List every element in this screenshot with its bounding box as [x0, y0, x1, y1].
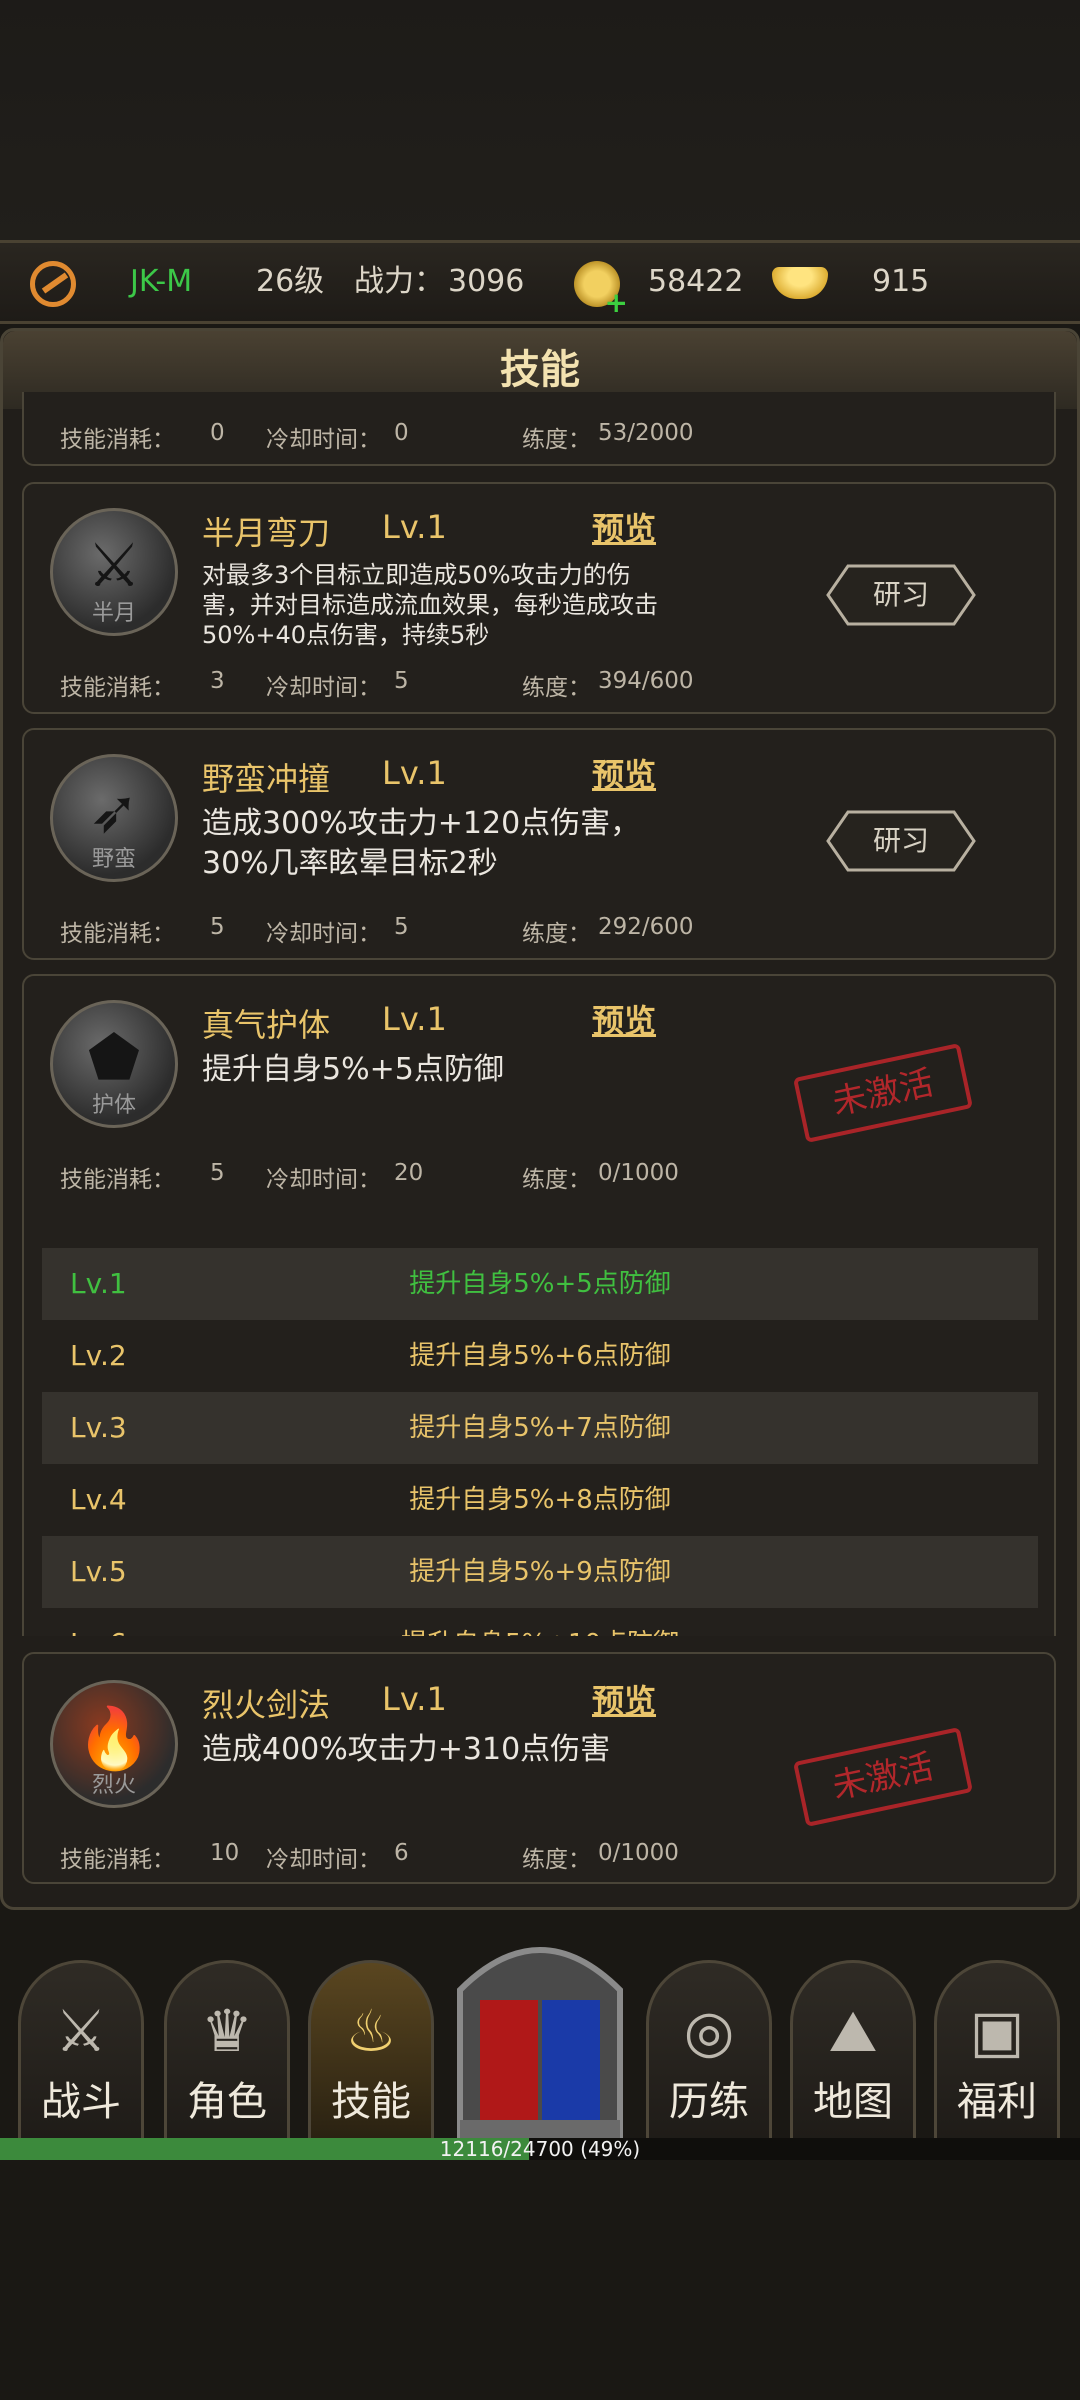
skill-level: Lv.1 — [382, 1680, 447, 1718]
player-level: 26级 — [256, 264, 325, 299]
skill-name: 真气护体 — [202, 1006, 331, 1044]
nav-tab-map[interactable]: ⛰ 地图 — [790, 1960, 916, 2138]
level-row: Lv.5 提升自身5%+9点防御 — [42, 1536, 1038, 1608]
study-button[interactable]: 研习 — [826, 810, 976, 872]
xp-text: 12116/24700 (49%) — [439, 2137, 641, 2161]
skill-level: Lv.1 — [382, 1000, 447, 1038]
nav-tab-skills[interactable]: ♨ 技能 — [308, 1960, 434, 2138]
level-row: Lv.1 提升自身5%+5点防御 — [42, 1248, 1038, 1320]
nav-tab-battle[interactable]: ⚔ 战斗 — [18, 1960, 144, 2138]
map-icon: ⛰ — [828, 1997, 878, 2065]
crossed-swords-icon: ⚔ — [55, 1997, 107, 2065]
inactive-stamp: 未激活 — [792, 1043, 974, 1143]
nav-tab-training[interactable]: ◎ 历练 — [646, 1960, 772, 2138]
skill-name: 半月弯刀 — [202, 514, 331, 552]
skill-list[interactable]: ⚔ 半月 半月弯刀 Lv.1 预览 对最多3个目标立即造成50%攻击力的伤 害，并… — [0, 410, 1080, 1636]
resource-bar: JK-M 26级 战力： 3096 58422 915 — [0, 240, 1080, 324]
coin-icon[interactable] — [574, 261, 628, 317]
skill-card-liehuo[interactable]: 🔥 烈火 烈火剑法 Lv.1 预览 造成400%攻击力+310点伤害 未激活 技能… — [22, 1652, 1056, 1884]
skill-description: 造成400%攻击力+310点伤害 — [202, 1732, 611, 1767]
bottom-backdrop — [0, 2160, 1080, 2400]
preview-link[interactable]: 预览 — [592, 1676, 656, 1722]
power-label: 战力： — [354, 264, 444, 299]
skill-card-zhenqi[interactable]: ⬟ 护体 真气护体 Lv.1 预览 提升自身5%+5点防御 未激活 技能消耗： 5… — [22, 974, 1056, 1636]
gold-ingot-icon[interactable] — [772, 267, 828, 299]
shield-icon: ⬟ 护体 — [50, 1000, 178, 1128]
preview-link[interactable]: 预览 — [592, 996, 656, 1042]
xp-bar: 12116/24700 (49%) — [0, 2138, 1080, 2160]
fire-sword-icon: 🔥 烈火 — [50, 1680, 178, 1808]
level-row: Lv.2 提升自身5%+6点防御 — [70, 1339, 671, 1372]
power-value: 3096 — [448, 264, 525, 299]
skill-card-yeman[interactable]: ➶ 野蛮 野蛮冲撞 Lv.1 预览 造成300%攻击力+120点伤害， 30%几率… — [22, 728, 1056, 960]
bottom-nav: ⚔ 战斗 ♛ 角色 ♨ 技能 ◎ 历练 ⛰ 地图 ▣ 福利 — [0, 1920, 1080, 2141]
chest-icon: ▣ — [969, 1997, 1025, 2065]
swirl-icon: ◎ — [683, 1997, 735, 2065]
level-row: Lv.6提升自身5%+10点防御 — [42, 1608, 1038, 1636]
skill-level: Lv.1 — [382, 754, 447, 792]
coin-count: 58422 — [648, 264, 744, 299]
preview-link[interactable]: 预览 — [592, 504, 656, 550]
helmet-icon: ♛ — [201, 1997, 253, 2065]
skill-card-banyue[interactable]: ⚔ 半月 半月弯刀 Lv.1 预览 对最多3个目标立即造成50%攻击力的伤 害，并… — [22, 482, 1056, 714]
server-orb-icon[interactable] — [30, 261, 76, 307]
nav-tab-welfare[interactable]: ▣ 福利 — [934, 1960, 1060, 2138]
skill-level: Lv.1 — [382, 508, 447, 546]
level-row: Lv.3 提升自身5%+7点防御 — [42, 1392, 1038, 1464]
skill-name: 烈火剑法 — [202, 1686, 331, 1724]
player-name: JK-M — [130, 264, 193, 299]
study-button[interactable]: 研习 — [826, 564, 976, 626]
flame-icon: ♨ — [345, 1997, 397, 2065]
inactive-stamp: 未激活 — [792, 1727, 974, 1827]
sword-icon: ⚔ 半月 — [50, 508, 178, 636]
preview-link[interactable]: 预览 — [592, 750, 656, 796]
skill-description: 提升自身5%+5点防御 — [202, 1052, 504, 1087]
portal-button[interactable] — [440, 1920, 640, 2141]
nav-tab-character[interactable]: ♛ 角色 — [164, 1960, 290, 2138]
gold-count: 915 — [872, 264, 930, 299]
charge-icon: ➶ 野蛮 — [50, 754, 178, 882]
top-backdrop — [0, 0, 1080, 240]
level-row: Lv.4 提升自身5%+8点防御 — [70, 1483, 671, 1516]
skill-description: 造成300%攻击力+120点伤害， 30%几率眩晕目标2秒 — [202, 806, 641, 881]
skill-description: 对最多3个目标立即造成50%攻击力的伤 害，并对目标造成流血效果，每秒造成攻击 … — [202, 561, 658, 649]
skill-name: 野蛮冲撞 — [202, 760, 331, 798]
